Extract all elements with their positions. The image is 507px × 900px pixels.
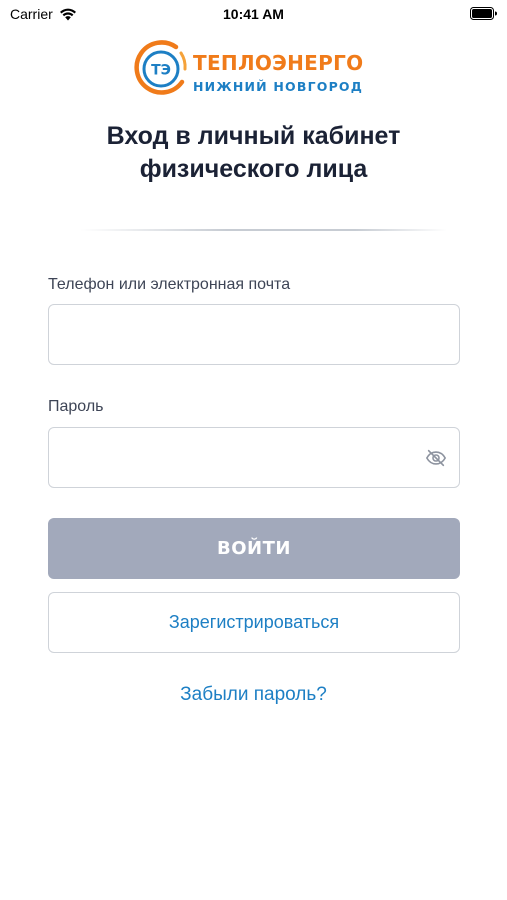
login-button[interactable]: ВОЙТИ	[48, 518, 460, 579]
company-city: НИЖНИЙ НОВГОРОД	[193, 79, 364, 94]
register-button[interactable]: Зарегистрироваться	[48, 592, 460, 653]
eye-off-icon[interactable]	[425, 447, 447, 469]
status-time: 10:41 AM	[223, 6, 284, 22]
login-input[interactable]	[48, 304, 460, 365]
page-title: Вход в личный кабинет физического лица	[30, 120, 477, 186]
login-field-label: Телефон или электронная почта	[48, 276, 291, 293]
password-field-label: Пароль	[48, 398, 104, 415]
password-input[interactable]	[48, 427, 460, 488]
logo-mark-text: ТЭ	[151, 63, 171, 79]
logo-mark-icon: ТЭ	[134, 40, 187, 95]
status-bar: Carrier 10:41 AM	[0, 0, 507, 30]
page-title-line-2: физического лица	[139, 155, 368, 183]
divider	[80, 229, 447, 231]
page-title-line-1: Вход в личный кабинет	[106, 122, 401, 150]
company-logo: ТЭ ТЕПЛОЭНЕРГО НИЖНИЙ НОВГОРОД	[132, 40, 382, 98]
battery-icon	[470, 7, 497, 20]
company-name: ТЕПЛОЭНЕРГО	[193, 51, 364, 75]
forgot-password-link[interactable]: Забыли пароль?	[0, 684, 507, 706]
